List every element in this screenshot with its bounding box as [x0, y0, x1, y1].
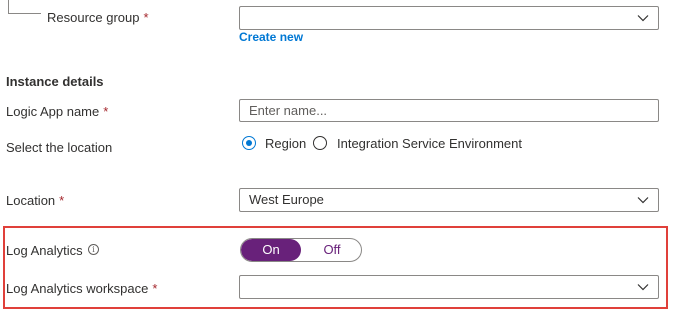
resource-group-dropdown[interactable] — [239, 6, 659, 30]
log-analytics-workspace-label: Log Analytics workspace * — [6, 281, 158, 296]
log-analytics-toggle[interactable]: On Off — [240, 238, 362, 262]
region-radio-label[interactable]: Region — [265, 136, 306, 151]
resource-group-label: Resource group * — [47, 10, 149, 25]
section-heading-instance-details: Instance details — [6, 74, 104, 89]
toggle-off-option[interactable]: Off — [302, 239, 361, 261]
log-analytics-label: Log Analytics — [6, 243, 83, 258]
log-analytics-workspace-dropdown[interactable] — [239, 275, 659, 299]
ise-radio-label[interactable]: Integration Service Environment — [337, 136, 522, 151]
location-label: Location * — [6, 193, 65, 208]
chevron-down-icon — [637, 197, 649, 204]
create-new-link[interactable]: Create new — [239, 30, 303, 44]
ise-radio[interactable] — [313, 136, 327, 150]
tree-connector — [8, 0, 41, 14]
logic-app-name-input[interactable]: Enter name... — [239, 99, 659, 122]
chevron-down-icon — [637, 284, 649, 291]
location-dropdown[interactable]: West Europe — [239, 188, 659, 212]
logic-app-name-label: Logic App name * — [6, 104, 109, 119]
info-icon[interactable]: i — [88, 244, 99, 255]
region-radio[interactable] — [242, 136, 256, 150]
toggle-on-option[interactable]: On — [241, 239, 301, 261]
select-location-label: Select the location — [6, 140, 113, 155]
chevron-down-icon — [637, 15, 649, 22]
